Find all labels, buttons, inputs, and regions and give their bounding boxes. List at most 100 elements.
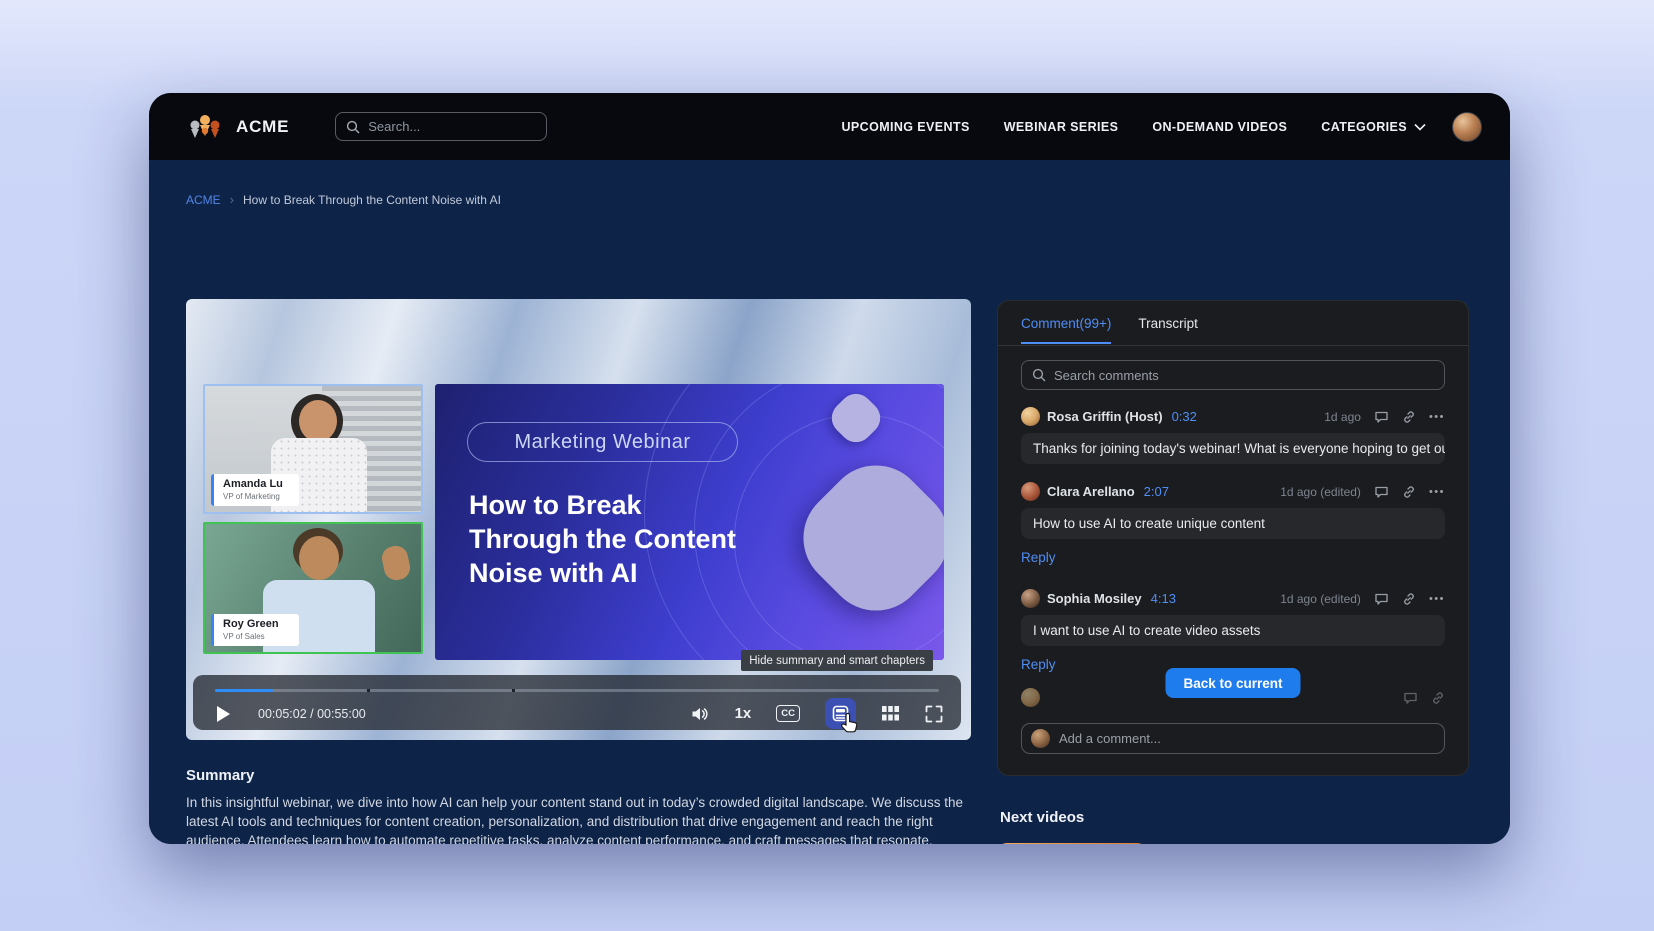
reply-bubble-icon[interactable] — [1374, 592, 1389, 606]
search-icon — [346, 120, 360, 134]
speaker-title: VP of Marketing — [223, 492, 290, 502]
copy-link-icon[interactable] — [1402, 410, 1416, 424]
search-input[interactable] — [368, 119, 544, 134]
comment-timestamp-link[interactable]: 4:13 — [1151, 591, 1176, 606]
avatar — [1021, 482, 1040, 501]
summary-paragraph-1: In this insightful webinar, we dive into… — [186, 793, 966, 844]
tab-comments[interactable]: Comment(99+) — [1021, 316, 1111, 344]
speaker-tile-roy-active: Roy Green VP of Sales — [203, 522, 423, 654]
comments-search[interactable] — [1021, 360, 1445, 390]
comments-search-input[interactable] — [1054, 368, 1434, 383]
nav-link-upcoming-events[interactable]: UPCOMING EVENTS — [841, 120, 969, 134]
comment-timestamp-link[interactable]: 2:07 — [1144, 484, 1169, 499]
copy-link-icon — [1431, 691, 1445, 705]
search-icon — [1032, 368, 1046, 382]
breadcrumb-current: How to Break Through the Content Noise w… — [243, 193, 501, 207]
comment-age: 1d ago (edited) — [1280, 592, 1361, 606]
slide-badge: Marketing Webinar — [467, 422, 738, 462]
more-options-icon[interactable]: ••• — [1429, 486, 1445, 498]
speaker-figure — [299, 536, 339, 580]
slide-title-line: Noise with AI — [469, 556, 736, 590]
video-controls-bar: 00:05:02 / 00:55:00 1x CC — [193, 675, 961, 730]
comment-row: Sophia Mosiley 4:13 1d ago (edited) ••• — [1021, 589, 1445, 608]
next-video-title[interactable]: Omnichannel Marketing: Creating Seamless… — [1164, 843, 1475, 844]
captions-button[interactable]: CC — [776, 705, 800, 722]
reply-bubble-icon — [1403, 691, 1418, 705]
video-player[interactable]: Amanda Lu VP of Marketing Roy Green VP o… — [186, 299, 971, 740]
chapter-marker — [367, 689, 370, 692]
more-options-icon[interactable]: ••• — [1429, 593, 1445, 605]
comment-timestamp-link[interactable]: 0:32 — [1172, 409, 1197, 424]
next-video-thumbnail[interactable] — [997, 843, 1147, 844]
nav-link-webinar-series[interactable]: WEBINAR SERIES — [1004, 120, 1119, 134]
app-window: ACME UPCOMING EVENTS WEBINAR SERIES ON-D… — [149, 93, 1510, 844]
profile-avatar[interactable] — [1452, 112, 1482, 142]
comment-row: Clara Arellano 2:07 1d ago (edited) ••• — [1021, 482, 1445, 501]
comment-meta: 1d ago (edited) ••• — [1280, 592, 1445, 606]
chapter-marker — [512, 689, 515, 692]
transcript-button-active[interactable] — [825, 698, 856, 729]
page-body: ACME › How to Break Through the Content … — [149, 160, 1510, 844]
slide-title: How to Break Through the Content Noise w… — [469, 488, 736, 590]
more-options-icon[interactable]: ••• — [1429, 411, 1445, 423]
next-video-card[interactable]: Omnichannel Marketing: Creating Seamless… — [997, 843, 1475, 844]
speaker-name-badge: Amanda Lu VP of Marketing — [211, 474, 299, 506]
time-display: 00:05:02 / 00:55:00 — [258, 707, 366, 721]
comment-text: Thanks for joining today's webinar! What… — [1021, 433, 1445, 464]
transcript-toggle-tooltip: Hide summary and smart chapters — [741, 650, 933, 671]
comment-meta: 1d ago ••• — [1324, 410, 1445, 424]
breadcrumb-separator: › — [230, 192, 234, 207]
speaker-title: VP of Sales — [223, 632, 290, 642]
brand-name: ACME — [236, 117, 289, 137]
avatar — [1021, 407, 1040, 426]
comment-author: Rosa Griffin (Host) — [1047, 409, 1163, 424]
next-video-texts: Omnichannel Marketing: Creating Seamless… — [1164, 843, 1475, 844]
next-videos-heading: Next videos — [1000, 809, 1084, 826]
speaker-figure — [299, 400, 337, 442]
comment-age: 1d ago (edited) — [1280, 485, 1361, 499]
speaker-name: Roy Green — [223, 618, 290, 631]
add-comment-box[interactable] — [1021, 723, 1445, 754]
reply-link[interactable]: Reply — [1021, 550, 1056, 565]
reply-bubble-icon[interactable] — [1374, 410, 1389, 424]
acme-logo-icon — [185, 112, 227, 142]
comment-row: Rosa Griffin (Host) 0:32 1d ago ••• — [1021, 407, 1445, 426]
comment-text: How to use AI to create unique content — [1021, 508, 1445, 539]
nav-search[interactable] — [335, 112, 547, 141]
transcript-icon — [832, 705, 849, 722]
reply-bubble-icon[interactable] — [1374, 485, 1389, 499]
avatar — [1021, 589, 1040, 608]
copy-link-icon[interactable] — [1402, 485, 1416, 499]
summary-heading: Summary — [186, 767, 254, 784]
tabs-divider — [998, 345, 1468, 346]
comment-author: Clara Arellano — [1047, 484, 1135, 499]
brand-logo[interactable]: ACME — [185, 112, 289, 142]
slide-title-line: Through the Content — [469, 522, 736, 556]
controls-row: 00:05:02 / 00:55:00 1x CC — [209, 697, 943, 730]
nav-link-on-demand-videos[interactable]: ON-DEMAND VIDEOS — [1152, 120, 1287, 134]
webinar-slide: Marketing Webinar How to Break Through t… — [435, 384, 944, 660]
top-nav: ACME UPCOMING EVENTS WEBINAR SERIES ON-D… — [149, 93, 1510, 160]
play-button[interactable] — [217, 706, 230, 722]
nav-link-categories[interactable]: CATEGORIES — [1321, 120, 1426, 134]
breadcrumb: ACME › How to Break Through the Content … — [186, 192, 501, 207]
comments-panel: Comment(99+) Transcript Rosa Griffin (Ho… — [997, 300, 1469, 776]
slide-title-line: How to Break — [469, 488, 736, 522]
speaker-name: Amanda Lu — [223, 478, 290, 491]
speaker-tile-amanda: Amanda Lu VP of Marketing — [203, 384, 423, 514]
breadcrumb-home-link[interactable]: ACME — [186, 193, 221, 207]
tab-transcript[interactable]: Transcript — [1138, 316, 1198, 344]
reply-link[interactable]: Reply — [1021, 657, 1056, 672]
fullscreen-icon[interactable] — [925, 705, 943, 723]
speaker-figure — [380, 544, 413, 583]
nav-links: UPCOMING EVENTS WEBINAR SERIES ON-DEMAND… — [841, 120, 1426, 134]
avatar — [1031, 729, 1050, 748]
copy-link-icon[interactable] — [1402, 592, 1416, 606]
back-to-current-button[interactable]: Back to current — [1165, 668, 1300, 698]
chapters-grid-icon[interactable] — [881, 705, 900, 722]
add-comment-input[interactable] — [1059, 731, 1435, 746]
controls-right: 1x CC — [691, 698, 943, 729]
progress-bar[interactable] — [215, 689, 939, 692]
playback-speed-button[interactable]: 1x — [735, 705, 752, 722]
volume-icon[interactable] — [691, 706, 710, 722]
